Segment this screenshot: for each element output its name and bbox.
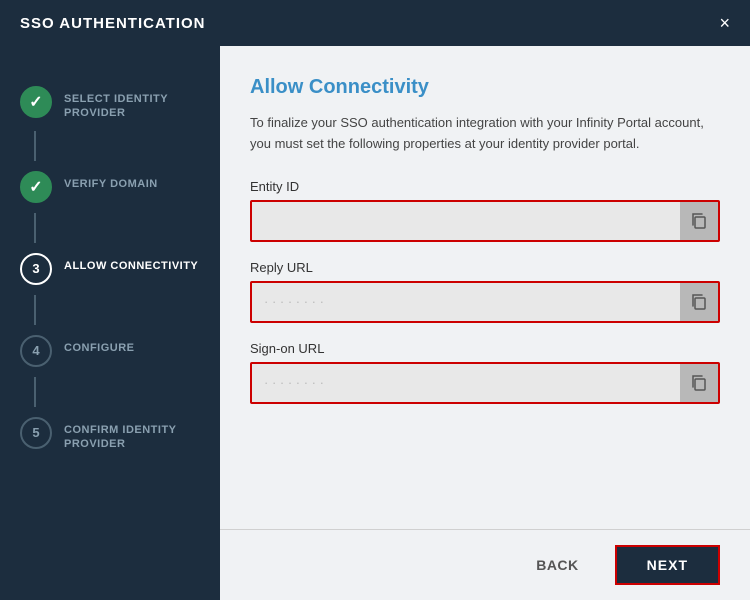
reply-url-input-wrapper	[250, 281, 720, 323]
step-circle-1: ✓	[20, 86, 52, 118]
step-connector-4-5	[34, 377, 36, 407]
signon-url-copy-button[interactable]	[680, 364, 718, 402]
step-label-2: VERIFY DOMAIN	[64, 171, 158, 191]
reply-url-input[interactable]	[252, 283, 680, 321]
step-label-1: SELECT IDENTITYPROVIDER	[64, 86, 168, 121]
modal-header: SSO AUTHENTICATION ×	[0, 0, 750, 46]
back-button[interactable]: BACK	[516, 545, 598, 585]
close-button[interactable]: ×	[719, 14, 730, 32]
signon-url-input-wrapper	[250, 362, 720, 404]
modal-title: SSO AUTHENTICATION	[20, 15, 206, 32]
copy-icon-3	[690, 374, 708, 392]
content-description: To finalize your SSO authentication inte…	[250, 113, 720, 155]
entity-id-input[interactable]	[252, 202, 680, 240]
step-circle-4: 4	[20, 335, 52, 367]
step-circle-3: 3	[20, 253, 52, 285]
step-connector-2-3	[34, 213, 36, 243]
sidebar: ✓ SELECT IDENTITYPROVIDER ✓ VERIFY DOMAI…	[0, 46, 220, 600]
signon-url-label: Sign-on URL	[250, 341, 720, 356]
step-label-3: ALLOW CONNECTIVITY	[64, 253, 198, 273]
content-title: Allow Connectivity	[250, 76, 720, 99]
modal-body: ✓ SELECT IDENTITYPROVIDER ✓ VERIFY DOMAI…	[0, 46, 750, 600]
step-connector-1-2	[34, 131, 36, 161]
entity-id-label: Entity ID	[250, 179, 720, 194]
step-circle-2: ✓	[20, 171, 52, 203]
step-label-5: CONFIRM IDENTITYPROVIDER	[64, 417, 177, 452]
copy-icon-2	[690, 293, 708, 311]
sidebar-item-allow-connectivity[interactable]: 3 ALLOW CONNECTIVITY	[0, 243, 220, 295]
step-circle-5: 5	[20, 417, 52, 449]
entity-id-group: Entity ID	[250, 179, 720, 242]
signon-url-group: Sign-on URL	[250, 341, 720, 404]
sso-modal: SSO AUTHENTICATION × ✓ SELECT IDENTITYPR…	[0, 0, 750, 600]
sidebar-item-verify-domain[interactable]: ✓ VERIFY DOMAIN	[0, 161, 220, 213]
content-main: Allow Connectivity To finalize your SSO …	[220, 46, 750, 529]
sidebar-item-configure[interactable]: 4 CONFIGURE	[0, 325, 220, 377]
reply-url-group: Reply URL	[250, 260, 720, 323]
reply-url-label: Reply URL	[250, 260, 720, 275]
copy-icon	[690, 212, 708, 230]
sidebar-item-select-identity-provider[interactable]: ✓ SELECT IDENTITYPROVIDER	[0, 76, 220, 131]
entity-id-copy-button[interactable]	[680, 202, 718, 240]
signon-url-input[interactable]	[252, 364, 680, 402]
next-button[interactable]: NEXT	[615, 545, 720, 585]
step-connector-3-4	[34, 295, 36, 325]
entity-id-input-wrapper	[250, 200, 720, 242]
sidebar-item-confirm-identity-provider[interactable]: 5 CONFIRM IDENTITYPROVIDER	[0, 407, 220, 462]
reply-url-copy-button[interactable]	[680, 283, 718, 321]
footer: BACK NEXT	[220, 529, 750, 600]
step-label-4: CONFIGURE	[64, 335, 135, 355]
content-area: Allow Connectivity To finalize your SSO …	[220, 46, 750, 600]
